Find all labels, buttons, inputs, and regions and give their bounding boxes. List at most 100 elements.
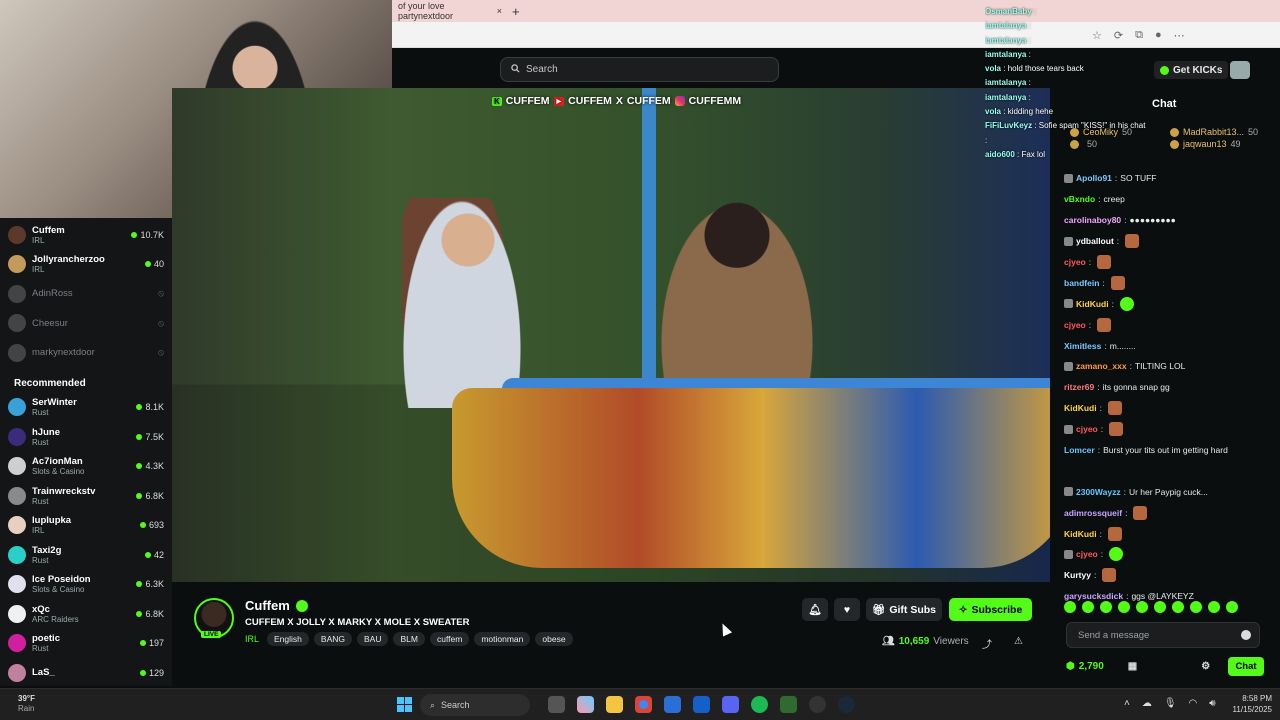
sidebar-channel[interactable]: markynextdoor ⦸ <box>8 338 164 368</box>
chat-username[interactable]: 2300Wayzz <box>1076 487 1121 497</box>
spotify-icon[interactable] <box>751 696 768 713</box>
sidebar-channel[interactable]: Cuffem IRL 10.7K <box>8 220 164 250</box>
sidebar-channel[interactable]: luplupka IRL 693 <box>8 511 164 541</box>
chat-username[interactable]: KidKudi <box>1064 529 1097 539</box>
sidebar-channel[interactable]: Cheesur ⦸ <box>8 309 164 339</box>
kicks-balance[interactable]: 2,790 <box>1079 661 1104 672</box>
chat-username[interactable]: vBxndo <box>1064 194 1095 204</box>
gift-subs-button[interactable]: 🎁︎ Gift Subs <box>866 598 942 621</box>
chat-username[interactable]: cjyeo <box>1064 257 1086 267</box>
settings-icon[interactable]: ⚙ <box>1201 661 1210 672</box>
chat-username[interactable]: KidKudi <box>1076 299 1109 309</box>
chrome-icon[interactable] <box>635 696 652 713</box>
stream-tag[interactable]: cuffem <box>429 632 470 646</box>
new-tab-icon[interactable]: + <box>512 4 520 19</box>
chevron-up-icon[interactable]: ˄ <box>1124 698 1130 709</box>
quick-emote-icon[interactable] <box>1136 601 1148 613</box>
get-kicks-button[interactable]: Get KICKs <box>1154 61 1229 79</box>
channel-name[interactable]: Cuffem <box>245 598 290 613</box>
report-icon[interactable]: ⚠ <box>1014 636 1023 651</box>
chat-username[interactable]: Apollo91 <box>1076 173 1112 183</box>
sidebar-channel[interactable]: Trainwreckstv Rust 6.8K <box>8 481 164 511</box>
sidebar-channel[interactable]: AdinRoss ⦸ <box>8 279 164 309</box>
weather-widget[interactable]: 39°F Rain <box>18 694 35 714</box>
windows-start-icon[interactable] <box>397 697 412 712</box>
task-view-icon[interactable] <box>548 696 565 713</box>
sidebar-channel[interactable]: poetic Rust 197 <box>8 629 164 659</box>
sidebar-channel[interactable]: SerWinter Rust 8.1K <box>8 393 164 423</box>
store-icon[interactable] <box>664 696 681 713</box>
stream-tag[interactable]: BLM <box>393 632 425 646</box>
quick-emote-icon[interactable] <box>1100 601 1112 613</box>
chat-username[interactable]: carolinaboy80 <box>1064 215 1121 225</box>
chat-username[interactable]: ritzer69 <box>1064 382 1094 392</box>
quick-emote-icon[interactable] <box>1226 601 1238 613</box>
robinhood-icon[interactable] <box>780 696 797 713</box>
leaderboard-entry[interactable]: 50 <box>1070 139 1170 149</box>
chat-input[interactable]: Send a message <box>1066 622 1260 648</box>
chat-username[interactable]: Ximitless <box>1064 341 1101 351</box>
chat-username[interactable]: cjyeo <box>1076 424 1098 434</box>
menu-icon[interactable]: ⋯ <box>1174 29 1185 42</box>
outlook-icon[interactable] <box>693 696 710 713</box>
quick-emote-icon[interactable] <box>1190 601 1202 613</box>
browser-tab[interactable]: of your love partynextdoor × <box>392 1 502 21</box>
video-player[interactable]: K CUFFEM ▶ CUFFEM X CUFFEM CUFFEMM <box>172 88 1050 582</box>
wifi-icon[interactable]: ◠ <box>1189 698 1198 709</box>
chat-username[interactable]: zamano_xxx <box>1076 361 1127 371</box>
quick-emote-icon[interactable] <box>1064 601 1076 613</box>
file-explorer-icon[interactable] <box>606 696 623 713</box>
quick-emote-icon[interactable] <box>1172 601 1184 613</box>
stream-tag[interactable]: motionman <box>474 632 531 646</box>
share-icon[interactable]: ⤴ <box>982 636 992 651</box>
sidebar-channel[interactable]: Taxi2g Rust 42 <box>8 540 164 570</box>
stream-tag[interactable]: obese <box>535 632 573 646</box>
sidebar-channel[interactable]: Ac7ionMan Slots & Casino 4.3K <box>8 452 164 482</box>
category-link[interactable]: IRL <box>245 634 259 644</box>
clock[interactable]: 8:58 PM 11/15/2025 <box>1226 693 1272 715</box>
chat-send-button[interactable]: Chat <box>1228 657 1264 676</box>
chat-username[interactable]: Kurtyy <box>1064 570 1091 580</box>
chat-username[interactable]: ydballout <box>1076 236 1114 246</box>
quick-emote-icon[interactable] <box>1208 601 1220 613</box>
follow-button[interactable]: ♥ <box>834 598 860 621</box>
chat-username[interactable]: cjyeo <box>1064 320 1086 330</box>
sidebar-channel[interactable]: LaS_ 129 <box>8 658 164 688</box>
copilot-icon[interactable] <box>577 696 594 713</box>
emoji-icon[interactable] <box>1241 630 1251 640</box>
notification-bell-button[interactable]: 🔔︎ <box>802 598 828 621</box>
volume-icon[interactable]: 🔊︎ <box>1209 698 1215 709</box>
leaderboard-entry[interactable]: MadRabbit13... 50 <box>1170 127 1270 137</box>
sidebar-channel[interactable]: Jollyrancherzoo IRL 40 <box>8 250 164 280</box>
close-tab-icon[interactable]: × <box>497 6 502 16</box>
sidebar-channel[interactable]: hJune Rust 7.5K <box>8 422 164 452</box>
chat-username[interactable]: cjyeo <box>1076 549 1098 559</box>
quick-emote-icon[interactable] <box>1154 601 1166 613</box>
stream-tag[interactable]: BAU <box>357 632 389 646</box>
chat-username[interactable]: Lomcer <box>1064 445 1095 455</box>
leaderboard-entry[interactable]: CeoMiky 50 <box>1070 127 1170 137</box>
taskbar-search[interactable]: ⌕ Search <box>420 694 530 716</box>
discord-icon[interactable] <box>722 696 739 713</box>
stream-tag[interactable]: English <box>267 632 309 646</box>
search-bar[interactable]: Search <box>500 57 779 82</box>
quick-emote-icon[interactable] <box>1118 601 1130 613</box>
store-icon[interactable]: ▦ <box>1128 661 1137 672</box>
chat-username[interactable]: bandfein <box>1064 278 1099 288</box>
microphone-icon[interactable]: 🎙︎ <box>1164 698 1177 709</box>
chat-username[interactable]: garysucksdick <box>1064 591 1123 601</box>
chat-username[interactable]: adimrossqueif <box>1064 508 1122 518</box>
channel-avatar <box>8 604 26 623</box>
sidebar-channel[interactable]: xQc ARC Raiders 6.8K <box>8 599 164 629</box>
steam-icon[interactable] <box>838 696 855 713</box>
obs-icon[interactable] <box>809 696 826 713</box>
user-avatar[interactable] <box>1230 61 1250 79</box>
leader-name: MadRabbit13... <box>1183 127 1245 137</box>
chat-username[interactable]: KidKudi <box>1064 403 1097 413</box>
stream-tag[interactable]: BANG <box>313 632 352 646</box>
sidebar-channel[interactable]: Ice Poseidon Slots & Casino 6.3K <box>8 570 164 600</box>
cloud-icon[interactable]: ☁ <box>1142 698 1152 709</box>
subscribe-button[interactable]: ✧ Subscribe <box>949 598 1032 621</box>
leaderboard-entry[interactable]: jaqwaun13 49 <box>1170 139 1270 149</box>
quick-emote-icon[interactable] <box>1082 601 1094 613</box>
